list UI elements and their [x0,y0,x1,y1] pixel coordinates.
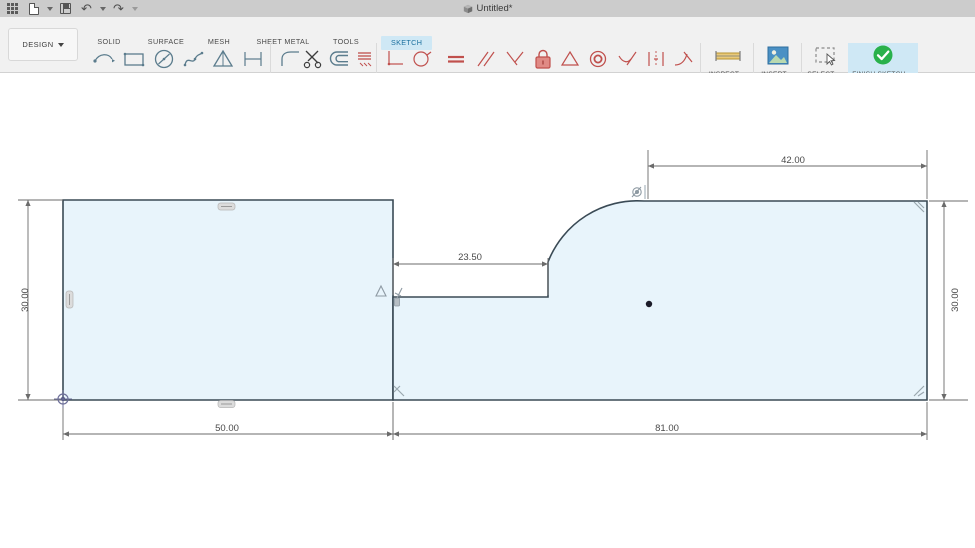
dim-bottom-width [392,402,928,440]
tab-surface[interactable]: SURFACE [138,37,194,46]
cube-icon [463,4,473,14]
document-title: Untitled* [476,3,513,14]
chevron-down-icon [57,42,64,47]
workspace-switch-button[interactable]: DESIGN [8,28,78,61]
extend-tool[interactable] [352,47,378,71]
dim-notch-width-label: 23.50 [458,252,482,263]
horizontal-constraint-badge-top [217,202,236,211]
parallel-constraint[interactable] [473,47,499,71]
sketch-point [645,300,653,308]
line-tool[interactable] [92,47,118,71]
circle-tool[interactable] [151,47,177,71]
dim-right-height [929,200,968,401]
title-bar: ↶ ↷ Untitled* [0,0,975,17]
tab-solid[interactable]: SOLID [86,37,132,46]
sketch-geometry[interactable]: 30.00 50.00 23.50 42.00 30.00 81.00 [0,73,975,548]
trim-tool[interactable] [300,47,326,71]
midpoint-constraint[interactable] [557,47,583,71]
curvature-constraint[interactable] [671,47,697,71]
workspace-label: DESIGN [22,40,54,49]
sketch-canvas[interactable]: 30.00 50.00 23.50 42.00 30.00 81.00 [0,73,975,548]
sketch-dimension-tool[interactable] [240,47,266,71]
tangent-constraint-marker [631,185,646,199]
right-notched-profile [392,199,928,401]
rectangle-tool[interactable] [121,47,147,71]
polygon-tool[interactable] [210,47,236,71]
offset-tool[interactable] [326,47,352,71]
dim-right-height-label: 30.00 [950,288,961,312]
left-rectangle-profile [62,199,394,401]
select-icon [808,43,842,69]
symmetry-constraint[interactable] [643,47,669,71]
spline-tool[interactable] [181,47,207,71]
tab-tools[interactable]: TOOLS [324,37,368,46]
coincident-constraint[interactable] [383,47,409,71]
dim-top-width-label: 42.00 [781,155,805,166]
concentric-constraint[interactable] [585,47,611,71]
perpendicular-constraint[interactable] [502,47,528,71]
equal-constraint[interactable] [443,47,469,71]
dim-left-width-label: 50.00 [215,423,239,434]
inspect-icon [711,43,745,69]
document-title-area: Untitled* [0,3,975,14]
fix-constraint[interactable] [530,47,556,71]
finish-sketch-check-icon [866,43,900,69]
tab-sheet-metal[interactable]: SHEET METAL [246,37,320,46]
circle-constraint[interactable] [409,47,435,71]
vertical-constraint-badge-left [65,290,74,309]
tab-mesh[interactable]: MESH [196,37,242,46]
dim-bottom-width-label: 81.00 [655,423,679,434]
ribbon-toolbar: DESIGN SOLID SURFACE MESH SHEET METAL TO… [0,17,975,87]
tangent-constraint[interactable] [614,47,640,71]
insert-image-icon [761,43,795,69]
dim-notch-width [392,258,549,295]
dim-left-height-label: 30.00 [20,288,31,312]
horizontal-constraint-badge-bottom [217,400,236,408]
